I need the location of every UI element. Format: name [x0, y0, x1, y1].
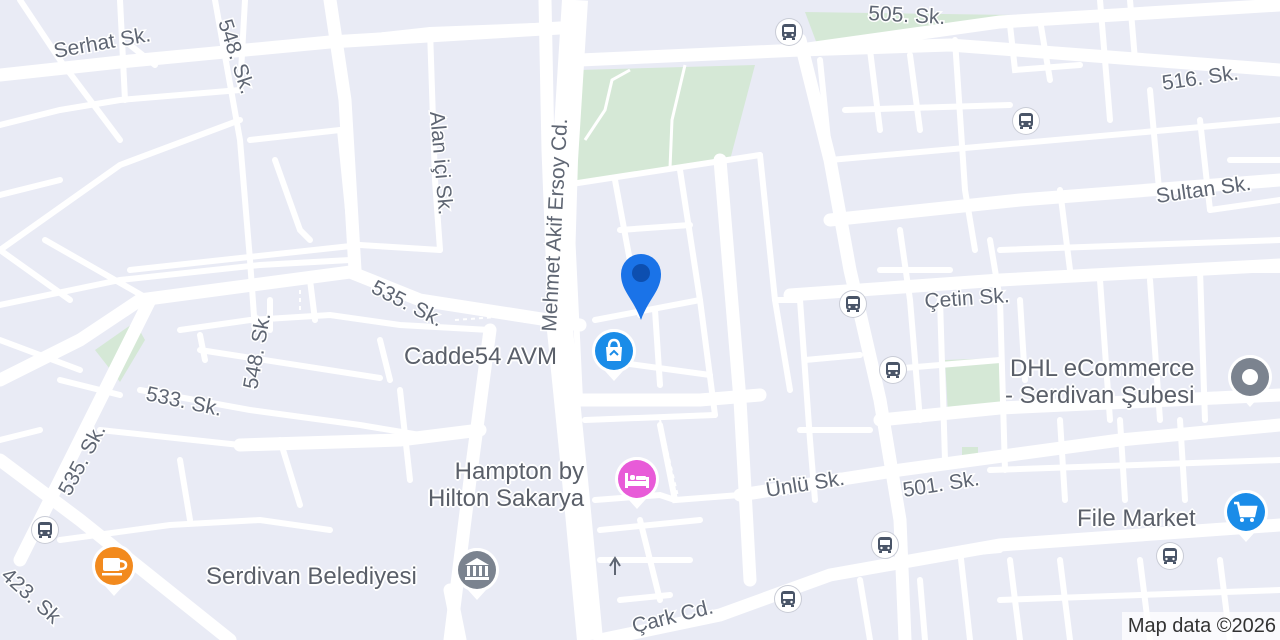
market-pin[interactable]	[1223, 489, 1269, 542]
bus-stop[interactable]	[775, 586, 801, 612]
poi-label-dhl-line2: - Serdivan Şubesi	[1005, 382, 1195, 409]
bus-icon	[1163, 548, 1177, 564]
poi-label-hampton-line2: Hilton Sakarya	[428, 485, 585, 512]
poi-label-file-market[interactable]: File Market	[1077, 505, 1196, 532]
cafe-pin[interactable]	[91, 543, 137, 596]
map-marker-icon	[621, 254, 661, 320]
bus-icon	[38, 522, 52, 538]
dhl-pin[interactable]	[1227, 354, 1273, 407]
poi-label-cadde54[interactable]: Cadde54 AVM	[404, 343, 557, 370]
shopping-bag-icon	[592, 328, 636, 381]
bus-icon	[886, 362, 900, 378]
shopping-cart-icon	[1224, 489, 1268, 542]
bus-icon	[781, 591, 795, 607]
current-location-pin[interactable]	[617, 246, 667, 322]
government-building-icon	[455, 547, 499, 600]
bus-icon	[878, 537, 892, 553]
location-dot-icon	[1228, 354, 1272, 407]
shopping-pin[interactable]	[591, 328, 637, 381]
bus-icon	[1019, 113, 1033, 129]
poi-label-belediye[interactable]: Serdivan Belediyesi	[206, 563, 417, 590]
poi-label-hampton[interactable]: Hampton by Hilton Sakarya	[428, 458, 584, 512]
bus-stop[interactable]	[872, 532, 898, 558]
hotel-pin[interactable]	[614, 456, 660, 509]
map-canvas[interactable]: 505. Sk. Serhat Sk. 548. Sk. 516. Sk. Al…	[0, 0, 1280, 640]
poi-label-hampton-line1: Hampton by	[454, 458, 585, 485]
street-label: 505. Sk.	[868, 2, 946, 29]
bus-stop[interactable]	[776, 19, 802, 45]
bus-icon	[782, 24, 796, 40]
bed-icon	[615, 456, 659, 509]
bus-stop[interactable]	[1013, 108, 1039, 134]
government-pin[interactable]	[454, 547, 500, 600]
coffee-cup-icon	[92, 543, 136, 596]
bus-stop[interactable]	[880, 357, 906, 383]
bus-stop[interactable]	[32, 517, 58, 543]
map-copyright: Map data ©2026	[1121, 612, 1280, 640]
bus-stop[interactable]	[1157, 543, 1183, 569]
poi-label-dhl-line1: DHL eCommerce	[1009, 355, 1195, 382]
bus-icon	[846, 296, 860, 312]
bus-stop[interactable]	[840, 291, 866, 317]
poi-label-dhl[interactable]: DHL eCommerce - Serdivan Şubesi	[1005, 355, 1194, 409]
